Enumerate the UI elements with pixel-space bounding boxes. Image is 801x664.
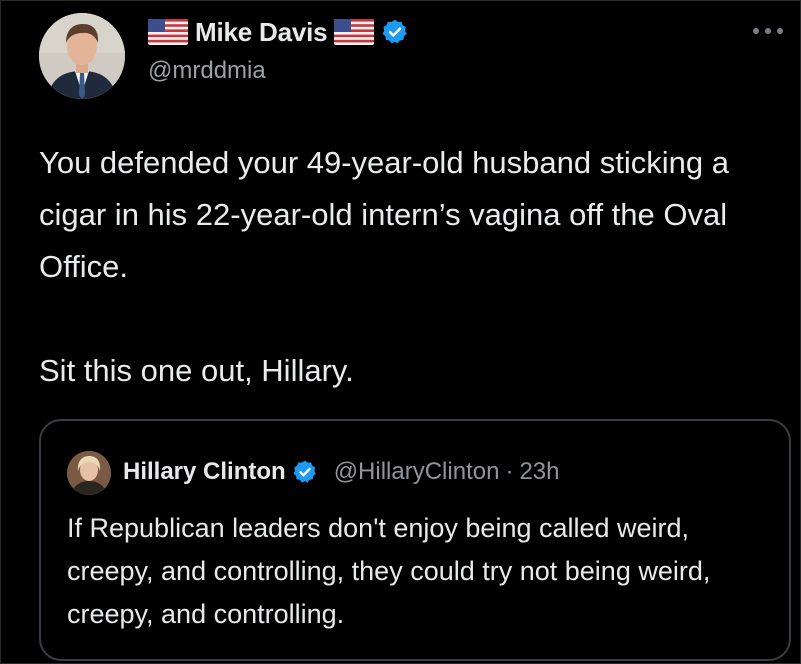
quoted-author-avatar[interactable] — [67, 451, 111, 495]
quoted-tweet-card[interactable]: Hillary Clinton @HillaryClinton · 23h If… — [39, 419, 791, 661]
author-name-row: Mike Davis — [148, 15, 409, 49]
author-display-name[interactable]: Mike Davis — [195, 17, 328, 48]
us-flag-icon — [148, 19, 188, 45]
more-options-icon[interactable] — [753, 23, 789, 39]
quoted-tweet-text: If Republican leaders don't enjoy being … — [67, 513, 711, 629]
author-avatar[interactable] — [39, 13, 125, 99]
verified-badge-icon — [292, 459, 318, 485]
quoted-tweet-header: Hillary Clinton @HillaryClinton · 23h — [123, 455, 559, 489]
tweet-text-paragraph-2: Sit this one out, Hillary. — [39, 353, 354, 388]
us-flag-icon — [334, 19, 375, 45]
quoted-display-name[interactable]: Hillary Clinton — [123, 458, 286, 486]
tweet-screenshot: Mike Davis @mrddmia You defended your 49… — [0, 0, 801, 664]
tweet-text-paragraph-1: You defended your 49-year-old husband st… — [39, 145, 738, 284]
quoted-timestamp[interactable]: 23h — [519, 458, 559, 486]
author-handle[interactable]: @mrddmia — [148, 57, 266, 85]
dot-separator: · — [505, 458, 514, 485]
quoted-handle[interactable]: @HillaryClinton — [334, 458, 500, 486]
verified-badge-icon — [381, 18, 409, 46]
